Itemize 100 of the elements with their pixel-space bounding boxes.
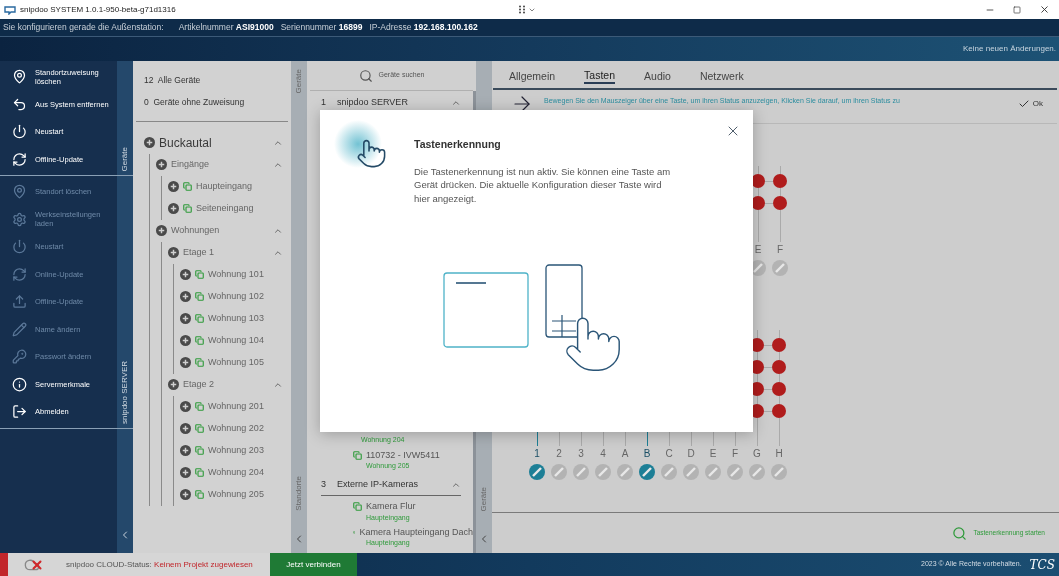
- tab[interactable]: Tasten: [584, 68, 616, 84]
- plus-circle-icon[interactable]: [180, 313, 191, 324]
- side-tab[interactable]: Geräte: [478, 486, 490, 511]
- plus-circle-icon[interactable]: [156, 159, 167, 170]
- key-toggle-icon[interactable]: [639, 464, 655, 480]
- plus-circle-icon[interactable]: [180, 489, 191, 500]
- key-toggle-icon[interactable]: [705, 464, 721, 480]
- tree-item[interactable]: Eingänge: [171, 157, 210, 172]
- key-label: D: [687, 447, 695, 461]
- tree-item[interactable]: Seiteneingang: [196, 201, 254, 216]
- summary-item[interactable]: 0 Geräte ohne Zuweisung: [144, 95, 288, 109]
- plus-circle-icon[interactable]: [180, 269, 191, 280]
- side-tab[interactable]: Geräte: [119, 146, 131, 171]
- plus-circle-icon[interactable]: [144, 137, 155, 148]
- key-toggle-icon[interactable]: [661, 464, 677, 480]
- dialog-text: Die Tastenerkennung ist nun aktiv. Sie können eine Taste am Gerät drücken. Die aktuelle Konfiguration dieser Taste wird hier angezeigt.: [414, 164, 672, 206]
- device-name[interactable]: 110732 - IVW5411: [366, 448, 440, 462]
- key-toggle-icon[interactable]: [771, 464, 787, 480]
- tree-item[interactable]: Buckautal: [159, 133, 212, 152]
- action-icon: [12, 124, 27, 140]
- key-label: 4: [600, 447, 606, 461]
- error-indicator-strip: [0, 553, 8, 576]
- key-toggle-icon[interactable]: [683, 464, 699, 480]
- action-icon: [12, 151, 27, 167]
- connect-button[interactable]: Jetzt verbinden: [270, 553, 357, 576]
- tree-item[interactable]: Wohnung 104: [208, 333, 264, 348]
- info-field: Artikelnummer ASI91000: [178, 21, 274, 34]
- action-icon: [12, 96, 27, 112]
- search-icon: [358, 68, 373, 83]
- tree-item[interactable]: Wohnung 204: [208, 465, 264, 480]
- action-icon: [12, 349, 27, 365]
- dialog-title: Tastenerkennung: [414, 137, 502, 152]
- ok-button[interactable]: Ok: [1017, 98, 1043, 110]
- plus-circle-icon[interactable]: [180, 291, 191, 302]
- device-name[interactable]: Kamera Flur: [366, 500, 416, 514]
- action-icon: [12, 404, 27, 420]
- close-icon[interactable]: [1039, 4, 1050, 15]
- plus-circle-icon[interactable]: [180, 423, 191, 434]
- cloud-status-label: snipdoo CLOUD-Status:: [66, 558, 153, 571]
- side-tab[interactable]: snipdoo SERVER: [119, 360, 131, 424]
- plus-circle-icon[interactable]: [180, 335, 191, 346]
- device-name[interactable]: Kamera Haupteingang Dach: [359, 525, 473, 539]
- info-text: Sie konfigurieren gerade die Außenstation:: [3, 21, 164, 34]
- plus-circle-icon[interactable]: [180, 445, 191, 456]
- tree-item[interactable]: Wohnung 202: [208, 421, 264, 436]
- plus-circle-icon[interactable]: [168, 247, 179, 258]
- key-toggle-icon[interactable]: [772, 260, 788, 276]
- tree-item[interactable]: Wohnung 102: [208, 289, 264, 304]
- app-icon: [4, 4, 16, 15]
- action-icon: [12, 184, 27, 200]
- action-icon: [12, 239, 27, 255]
- plus-circle-icon[interactable]: [168, 181, 179, 192]
- section-title[interactable]: snipdoo SERVER: [337, 95, 451, 110]
- info-field: Seriennummer 16899: [280, 21, 363, 34]
- maximize-icon[interactable]: [1013, 5, 1021, 14]
- key-label: F: [776, 243, 784, 257]
- tab[interactable]: Audio: [644, 68, 671, 84]
- plus-circle-icon[interactable]: [156, 225, 167, 236]
- tree-item[interactable]: Wohnung 105: [208, 355, 264, 370]
- key-label: C: [665, 447, 673, 461]
- key-toggle-icon[interactable]: [727, 464, 743, 480]
- tree-item[interactable]: Etage 2: [183, 377, 215, 392]
- key-toggle-icon[interactable]: [749, 464, 765, 480]
- tree-item[interactable]: Haupteingang: [196, 179, 253, 194]
- key-toggle-icon[interactable]: [529, 464, 545, 480]
- search-icon: [952, 525, 968, 541]
- plus-circle-icon[interactable]: [180, 467, 191, 478]
- tree-item[interactable]: Wohnung 205: [208, 487, 264, 502]
- tab[interactable]: Allgemein: [509, 68, 556, 84]
- action-icon: [12, 211, 27, 227]
- key-toggle-icon[interactable]: [617, 464, 633, 480]
- plus-circle-icon[interactable]: [180, 357, 191, 368]
- tree-item[interactable]: Etage 1: [183, 245, 215, 260]
- tree-item[interactable]: Wohnung 101: [208, 267, 264, 282]
- grip-icon[interactable]: [518, 5, 536, 14]
- tree-item[interactable]: Wohnung 201: [208, 399, 264, 414]
- side-tab[interactable]: Standorte: [293, 476, 305, 511]
- action-icon: [12, 321, 27, 337]
- key-label: H: [775, 447, 783, 461]
- side-tab-strip[interactable]: snipdoo SERVER: [117, 176, 133, 428]
- key-label: B: [643, 447, 651, 461]
- action-icon: [12, 294, 27, 310]
- section-number: 3: [321, 477, 327, 491]
- plus-circle-icon[interactable]: [180, 401, 191, 412]
- side-tab[interactable]: Geräte: [293, 69, 305, 94]
- key-toggle-icon[interactable]: [595, 464, 611, 480]
- plus-circle-icon[interactable]: [168, 379, 179, 390]
- side-tab-strip[interactable]: Geräte: [117, 61, 133, 175]
- tab[interactable]: Netzwerk: [699, 68, 744, 84]
- tree-item[interactable]: Wohnungen: [171, 223, 220, 238]
- tree-item[interactable]: Wohnung 203: [208, 443, 264, 458]
- key-label: A: [621, 447, 629, 461]
- section-title[interactable]: Externe IP-Kameras: [337, 477, 451, 492]
- window-title: snipdoo SYSTEM 1.0.1-950-beta-g71d1316: [20, 3, 176, 16]
- key-label: 1: [534, 447, 540, 461]
- summary-item[interactable]: 12 Alle Geräte: [144, 74, 288, 87]
- tree-item[interactable]: Wohnung 103: [208, 311, 264, 326]
- key-toggle-icon[interactable]: [573, 464, 589, 480]
- key-toggle-icon[interactable]: [551, 464, 567, 480]
- plus-circle-icon[interactable]: [168, 203, 179, 214]
